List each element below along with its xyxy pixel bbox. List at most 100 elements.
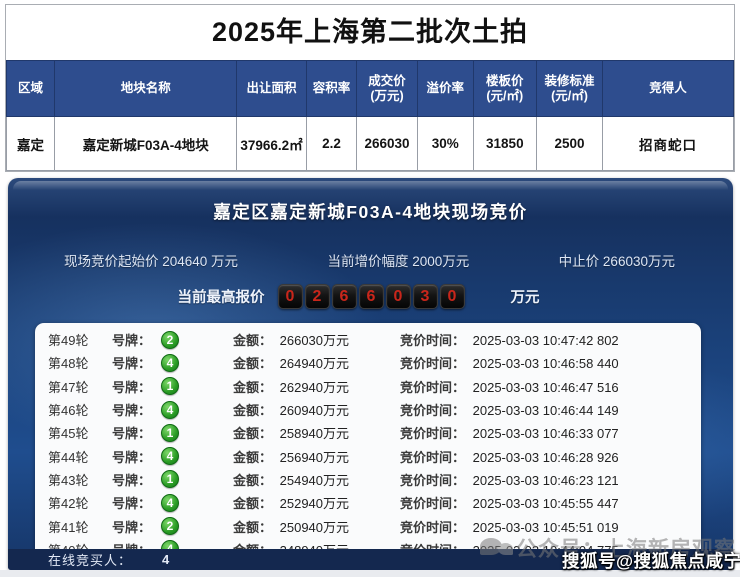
plate-number-badge: 1 [161,424,179,442]
auction-stats: 现场竞价起始价 204640 万元 当前增价幅度 2000万元 中止价 2660… [64,250,675,270]
plate-number-badge: 1 [161,377,179,395]
bid-digit: 6 [359,284,384,309]
plate-label: 号牌： [112,377,151,396]
online-bidders-label: 在线竞买人： [48,550,132,569]
amount-value: 254940万元 [280,473,349,488]
cell-premium: 30% [417,117,473,171]
stop-price-stat: 中止价 266030万元 [559,250,675,270]
time-label: 竞价时间： [400,333,465,348]
plate-label: 号牌： [112,353,151,372]
page-title: 2025年上海第二批次土拍 [6,5,734,60]
bid-digit: 6 [332,284,357,309]
time-label: 竞价时间： [400,473,465,488]
bid-time-group: 竞价时间： 2025-03-03 10:46:33 077 [400,423,701,442]
bid-plate-group: 号牌： 4 [112,447,233,466]
plate-label: 号牌： [112,400,151,419]
bid-amount-group: 金额： 258940万元 [233,423,400,442]
amount-label: 金额： [233,473,272,488]
bid-amount-group: 金额： 262940万元 [233,377,400,396]
col-header-premium: 溢价率 [417,61,473,117]
bid-amount-group: 金额： 254940万元 [233,470,400,489]
amount-value: 260940万元 [280,403,349,418]
bid-time-group: 竞价时间： 2025-03-03 10:46:47 516 [400,377,701,396]
bid-round-label: 第49轮 [48,330,112,349]
bid-digit: 0 [440,284,465,309]
cell-decoration: 2500 [536,117,602,171]
amount-label: 金额： [233,450,272,465]
amount-value: 256940万元 [280,450,349,465]
cell-price: 266030 [357,117,417,171]
auction-title: 嘉定区嘉定新城F03A-4地块现场竞价 [8,178,733,224]
land-table: 区域 地块名称 出让面积 容积率 成交价(万元) 溢价率 楼板价(元/㎡) 装修… [6,60,734,171]
col-header-floor-price: 楼板价(元/㎡) [473,61,536,117]
bid-round-label: 第42轮 [48,493,112,512]
amount-label: 金额： [233,380,272,395]
time-value: 2025-03-03 10:46:44 149 [473,403,619,418]
highest-bid-display: 当前最高报价 0 2 6 6 0 3 0 万元 [0,284,721,309]
time-label: 竞价时间： [400,450,465,465]
bid-round-label: 第41轮 [48,517,112,536]
amount-label: 金额： [233,356,272,371]
bid-round-label: 第45轮 [48,423,112,442]
plate-label: 号牌： [112,517,151,536]
bid-digit: 0 [386,284,411,309]
bid-plate-group: 号牌： 4 [112,353,233,372]
bid-digit: 0 [278,284,303,309]
col-header-winner: 竞得人 [603,61,734,117]
cell-region: 嘉定 [7,117,55,171]
amount-value: 262940万元 [280,380,349,395]
bid-row: 第47轮 号牌： 1 金额： 262940万元 竞价时间： 2025-03-03… [35,375,701,398]
amount-label: 金额： [233,333,272,348]
chat-bubbles-icon [480,536,518,560]
plate-number-badge: 4 [161,494,179,512]
bid-amount-group: 金额： 256940万元 [233,447,400,466]
bid-digit: 2 [305,284,330,309]
bid-row: 第49轮 号牌： 2 金额： 266030万元 竞价时间： 2025-03-03… [35,328,701,351]
bid-history-list: 第49轮 号牌： 2 金额： 266030万元 竞价时间： 2025-03-03… [35,323,701,563]
online-bidders-value: 4 [162,552,169,567]
highest-bid-digit-board: 0 2 6 6 0 3 0 [278,284,465,309]
time-label: 竞价时间： [400,426,465,441]
bid-time-group: 竞价时间： 2025-03-03 10:46:23 121 [400,470,701,489]
col-header-area: 出让面积 [237,61,306,117]
bid-amount-group: 金额： 250940万元 [233,517,400,536]
amount-value: 250940万元 [280,520,349,535]
bid-round-label: 第43轮 [48,470,112,489]
bid-plate-group: 号牌： 4 [112,400,233,419]
plate-label: 号牌： [112,493,151,512]
time-value: 2025-03-03 10:47:42 802 [473,333,619,348]
cell-plot-ratio: 2.2 [306,117,357,171]
amount-label: 金额： [233,520,272,535]
col-header-region: 区域 [7,61,55,117]
plate-label: 号牌： [112,470,151,489]
amount-label: 金额： [233,496,272,511]
land-summary-section: 2025年上海第二批次土拍 区域 地块名称 出让面积 容积率 成交价(万元) 溢… [5,4,735,172]
start-price-stat: 现场竞价起始价 204640 万元 [64,250,238,270]
amount-label: 金额： [233,426,272,441]
bid-amount-group: 金额： 266030万元 [233,330,400,349]
col-header-plot-name: 地块名称 [54,61,236,117]
bid-row: 第43轮 号牌： 1 金额： 254940万元 竞价时间： 2025-03-03… [35,468,701,491]
bid-time-group: 竞价时间： 2025-03-03 10:46:44 149 [400,400,701,419]
bid-plate-group: 号牌： 1 [112,423,233,442]
time-value: 2025-03-03 10:46:58 440 [473,356,619,371]
amount-value: 264940万元 [280,356,349,371]
bid-time-group: 竞价时间： 2025-03-03 10:47:42 802 [400,330,701,349]
bid-round-label: 第48轮 [48,353,112,372]
cell-floor-price: 31850 [473,117,536,171]
bid-row: 第45轮 号牌： 1 金额： 258940万元 竞价时间： 2025-03-03… [35,421,701,444]
land-table-row: 嘉定 嘉定新城F03A-4地块 37966.2㎡ 2.2 266030 30% … [7,117,734,171]
bid-amount-group: 金额： 252940万元 [233,493,400,512]
bid-row: 第48轮 号牌： 4 金额： 264940万元 竞价时间： 2025-03-03… [35,351,701,374]
time-value: 2025-03-03 10:46:47 516 [473,380,619,395]
bid-plate-group: 号牌： 2 [112,517,233,536]
cell-plot-name: 嘉定新城F03A-4地块 [54,117,236,171]
time-value: 2025-03-03 10:46:23 121 [473,473,619,488]
bid-amount-group: 金额： 260940万元 [233,400,400,419]
plate-number-badge: 2 [161,517,179,535]
time-label: 竞价时间： [400,356,465,371]
time-label: 竞价时间： [400,520,465,535]
bid-plate-group: 号牌： 1 [112,377,233,396]
auction-panel: 嘉定区嘉定新城F03A-4地块现场竞价 现场竞价起始价 204640 万元 当前… [8,178,733,570]
plate-number-badge: 4 [161,447,179,465]
